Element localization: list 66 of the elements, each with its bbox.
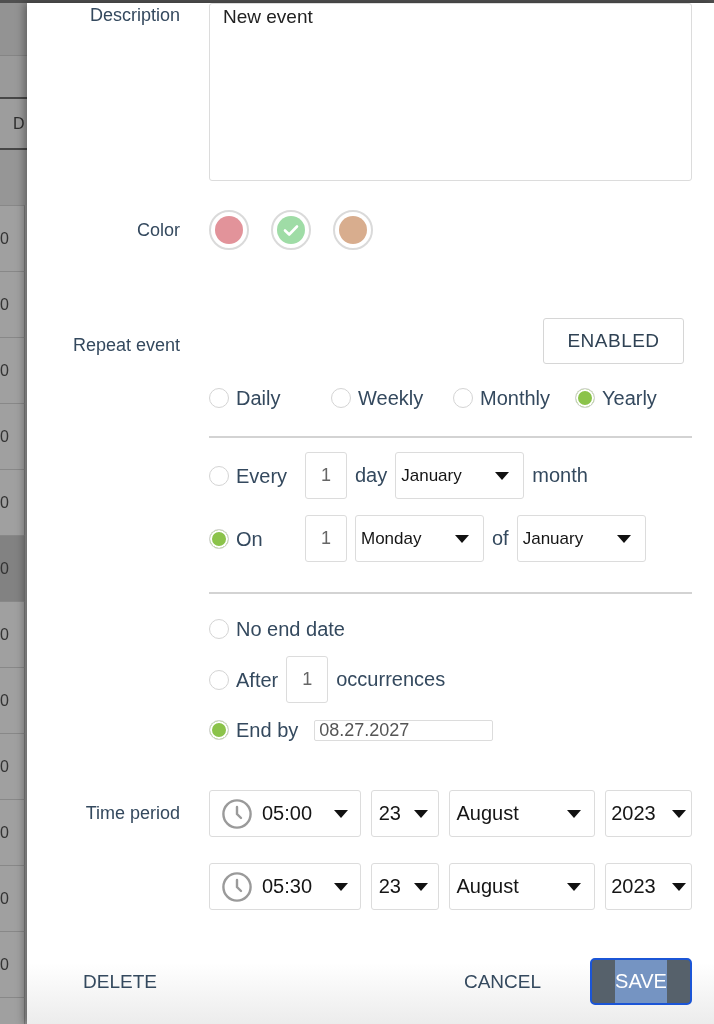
radio-option[interactable]: Every (209, 463, 297, 488)
clock-icon (222, 871, 252, 902)
table-cell: 0 (0, 271, 25, 337)
clock-icon (222, 798, 252, 829)
dropdown[interactable]: 2023 (605, 863, 692, 910)
field-label: Description (88, 4, 180, 27)
text-button[interactable]: DELETE (67, 958, 173, 1005)
radio-option[interactable]: Yearly (575, 386, 657, 410)
date-field[interactable]: 08.27.2027 (314, 719, 494, 741)
caret-icon (413, 809, 428, 818)
radio-option[interactable]: Daily (209, 386, 281, 410)
table-cell: 0 (0, 403, 25, 469)
table-cell: 0 (0, 667, 25, 733)
color-swatch-icon[interactable] (271, 210, 311, 250)
text-button[interactable]: CANCEL (447, 958, 557, 1005)
caret-icon (567, 882, 582, 891)
radio-option[interactable]: On (209, 526, 297, 551)
table-cell: 0 (0, 733, 25, 799)
dropdown[interactable]: January (516, 515, 646, 562)
dropdown[interactable]: January (395, 452, 525, 499)
toggle-button[interactable]: ENABLED (543, 318, 684, 364)
inline-label: month (532, 464, 588, 487)
field-label: Color (136, 219, 180, 242)
caret-icon (672, 809, 686, 818)
dropdown[interactable]: 23 (370, 863, 439, 910)
color-swatch-icon[interactable] (209, 210, 249, 250)
caret-icon (672, 882, 686, 891)
inline-label: occurrences (336, 668, 446, 691)
radio-option[interactable]: After (209, 667, 279, 692)
dropdown[interactable]: August (448, 790, 596, 837)
caret-icon (413, 882, 428, 891)
radio-option[interactable]: Monthly (453, 386, 551, 410)
number-field[interactable]: 1 (305, 515, 347, 562)
color-swatch-icon[interactable] (333, 210, 373, 250)
table-cell: 0 (0, 799, 25, 865)
inline-label: of (492, 527, 509, 550)
caret-icon (616, 534, 631, 543)
dropdown[interactable]: August (448, 863, 596, 910)
table-cell: 0 (0, 205, 25, 271)
table-cell: 0 (0, 931, 25, 997)
time-dropdown[interactable]: 05:00 (209, 790, 361, 837)
caret-icon (333, 809, 348, 818)
table-cell: 0 (0, 865, 25, 931)
table-cell: 0 (0, 535, 25, 601)
radio-option[interactable]: Weekly (331, 386, 424, 410)
caret-icon (333, 882, 348, 891)
number-field[interactable]: 1 (286, 656, 329, 703)
table-cell: 0 (0, 601, 25, 667)
dropdown[interactable]: Monday (355, 515, 484, 562)
time-dropdown[interactable]: 05:30 (209, 863, 361, 910)
field-label: Time period (84, 802, 180, 825)
table-cell: 0 (0, 469, 25, 535)
table-header-cell: D (0, 97, 27, 150)
dropdown[interactable]: 23 (370, 790, 439, 837)
dropdown[interactable]: 2023 (605, 790, 692, 837)
caret-icon (567, 809, 582, 818)
description-field[interactable]: New event (209, 3, 692, 181)
check-icon (283, 225, 299, 236)
caret-icon (495, 471, 510, 480)
inline-label: day (355, 464, 388, 487)
field-label: Repeat event (71, 334, 180, 357)
table-cell: 0 (0, 337, 25, 403)
radio-option[interactable]: End by (209, 718, 299, 742)
number-field[interactable]: 1 (305, 452, 347, 499)
caret-icon (455, 534, 469, 543)
radio-option[interactable]: No end date (209, 617, 345, 641)
